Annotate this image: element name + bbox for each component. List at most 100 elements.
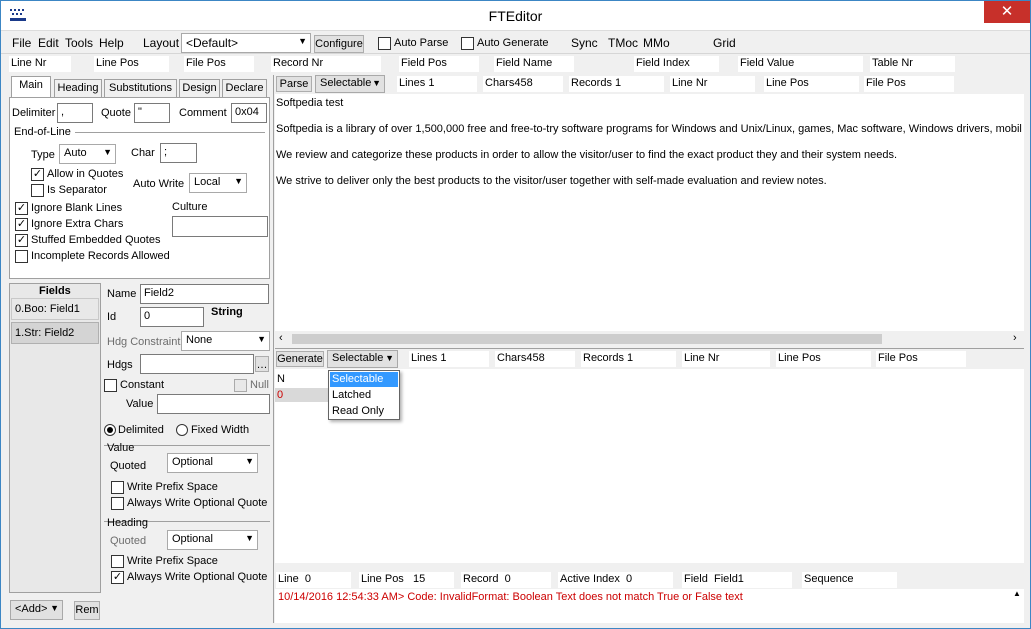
ignore-extra-checkbox[interactable]: ✓ bbox=[15, 218, 28, 231]
tab-declare[interactable]: Declare bbox=[222, 79, 267, 97]
allow-in-quotes-checkbox[interactable]: ✓ bbox=[31, 168, 44, 181]
value-input[interactable] bbox=[157, 394, 270, 414]
heading-always-write-checkbox[interactable]: ✓ bbox=[111, 571, 124, 584]
delimited-radio[interactable] bbox=[104, 424, 116, 436]
layout-select[interactable]: <Default> ▼ bbox=[181, 33, 311, 53]
mmo-button[interactable]: MMo bbox=[643, 36, 670, 50]
chevron-up-icon[interactable]: ▲ bbox=[1013, 589, 1021, 598]
char-input[interactable]: ; bbox=[160, 143, 197, 163]
parse-line-pos: Line Pos bbox=[764, 76, 859, 92]
chevron-down-icon: ▼ bbox=[298, 36, 307, 46]
always-write-checkbox[interactable] bbox=[111, 497, 124, 510]
hdg-constraint-select[interactable]: None ▼ bbox=[181, 331, 270, 351]
text-line: We review and categorize these products … bbox=[276, 149, 898, 161]
heading-quoted-value: Optional bbox=[172, 533, 213, 545]
culture-input[interactable] bbox=[172, 216, 268, 237]
menu-file[interactable]: File bbox=[12, 36, 31, 50]
heading-quoted-select[interactable]: Optional ▼ bbox=[167, 530, 258, 550]
sync-button[interactable]: Sync bbox=[571, 36, 598, 50]
tab-main[interactable]: Main bbox=[11, 76, 51, 98]
tab-substitutions[interactable]: Substitutions bbox=[104, 79, 177, 97]
dropdown-option[interactable]: Selectable bbox=[330, 372, 398, 387]
chevron-down-icon: ▼ bbox=[234, 176, 243, 186]
layout-value: <Default> bbox=[186, 36, 239, 50]
name-input[interactable]: Field2 bbox=[140, 284, 269, 304]
chevron-down-icon: ▼ bbox=[245, 533, 254, 543]
scrollbar-thumb[interactable] bbox=[292, 334, 882, 344]
fields-header: Fields bbox=[39, 285, 71, 297]
hdgs-browse-button[interactable]: … bbox=[255, 356, 269, 372]
menu-tools[interactable]: Tools bbox=[65, 36, 93, 50]
text-line: Softpedia is a library of over 1,500,000… bbox=[276, 123, 1022, 135]
parse-text-area[interactable]: Softpedia test Softpedia is a library of… bbox=[275, 94, 1024, 331]
splitter[interactable] bbox=[273, 75, 274, 623]
auto-generate-checkbox[interactable] bbox=[461, 37, 474, 50]
id-input[interactable]: 0 bbox=[140, 307, 204, 327]
stuffed-quotes-checkbox[interactable]: ✓ bbox=[15, 234, 28, 247]
quote-input[interactable]: " bbox=[134, 103, 170, 123]
value-section-label: Value bbox=[107, 442, 135, 454]
chevron-right-icon[interactable]: › bbox=[1013, 332, 1017, 344]
chevron-left-icon[interactable]: ‹ bbox=[279, 332, 283, 344]
configure-button[interactable]: Configure bbox=[314, 35, 364, 53]
status-record-label: Record bbox=[463, 573, 499, 585]
auto-write-select[interactable]: Local ▼ bbox=[189, 173, 247, 193]
parse-button[interactable]: Parse bbox=[276, 76, 312, 92]
grid-button[interactable]: Grid bbox=[713, 36, 736, 50]
incomplete-checkbox[interactable] bbox=[15, 250, 28, 263]
is-separator-checkbox[interactable] bbox=[31, 184, 44, 197]
generate-mode-value: Selectable bbox=[332, 352, 384, 364]
type-select[interactable]: Auto ▼ bbox=[59, 144, 116, 164]
status-line-pos-value: 15 bbox=[412, 573, 426, 585]
header-field-index: Field Index bbox=[634, 56, 719, 72]
parse-line-nr: Line Nr bbox=[670, 76, 755, 92]
parse-mode-select[interactable]: Selectable ▼ bbox=[315, 75, 385, 93]
list-item[interactable]: 1.Str: Field2 bbox=[11, 322, 99, 344]
parse-mode-value: Selectable bbox=[320, 77, 372, 89]
divider bbox=[75, 132, 265, 133]
parse-records-label: Records bbox=[571, 77, 612, 89]
auto-parse-checkbox[interactable] bbox=[378, 37, 391, 50]
status-line-label: Line bbox=[278, 573, 299, 585]
menu-help[interactable]: Help bbox=[99, 36, 124, 50]
header-line-pos: Line Pos bbox=[94, 56, 169, 72]
close-icon[interactable]: ✕ bbox=[984, 1, 1030, 23]
generate-mode-select[interactable]: Selectable ▼ bbox=[327, 350, 398, 368]
comment-input[interactable]: 0x04 bbox=[231, 103, 267, 123]
gen-lines: Lines 1 bbox=[409, 351, 489, 367]
fixed-width-radio[interactable] bbox=[176, 424, 188, 436]
hdgs-input[interactable] bbox=[140, 354, 254, 374]
ignore-blank-checkbox[interactable]: ✓ bbox=[15, 202, 28, 215]
chevron-down-icon: ▼ bbox=[385, 353, 394, 363]
is-separator-label: Is Separator bbox=[47, 184, 107, 196]
stuffed-quotes-label: Stuffed Embedded Quotes bbox=[31, 234, 161, 246]
window-title: FTEditor bbox=[488, 8, 543, 24]
tab-heading[interactable]: Heading bbox=[54, 79, 102, 97]
write-prefix-checkbox[interactable] bbox=[111, 481, 124, 494]
heading-write-prefix-checkbox[interactable] bbox=[111, 555, 124, 568]
list-item[interactable]: 0.Boo: Field1 bbox=[11, 298, 99, 320]
tab-design[interactable]: Design bbox=[179, 79, 220, 97]
status-field: Field Field1 bbox=[682, 572, 792, 588]
end-of-line-label: End-of-Line bbox=[14, 126, 71, 138]
heading-quoted-label: Quoted bbox=[110, 535, 147, 547]
constant-checkbox[interactable] bbox=[104, 379, 117, 392]
horizontal-scrollbar[interactable]: ‹ › bbox=[275, 331, 1024, 347]
tmoc-button[interactable]: TMoc bbox=[608, 36, 638, 50]
grid-header: N bbox=[277, 373, 285, 385]
remove-field-button[interactable]: Rem bbox=[74, 601, 100, 620]
null-checkbox[interactable] bbox=[234, 379, 247, 392]
delimited-label: Delimited bbox=[118, 424, 164, 436]
add-field-select[interactable]: <Add> ▼ bbox=[10, 600, 63, 620]
dropdown-option[interactable]: Read Only bbox=[330, 404, 398, 419]
delimiter-label: Delimiter bbox=[12, 107, 56, 119]
generate-button[interactable]: Generate bbox=[276, 351, 324, 367]
menu-edit[interactable]: Edit bbox=[38, 36, 59, 50]
delimiter-input[interactable]: , bbox=[57, 103, 93, 123]
error-log[interactable]: 10/14/2016 12:54:33 AM> Code: InvalidFor… bbox=[275, 589, 1024, 623]
quoted-select[interactable]: Optional ▼ bbox=[167, 453, 258, 473]
gen-records-value: 1 bbox=[627, 352, 634, 364]
parse-lines-label: Lines bbox=[399, 77, 426, 89]
text-line: We strive to deliver only the best produ… bbox=[276, 175, 827, 187]
dropdown-option[interactable]: Latched bbox=[330, 388, 398, 403]
